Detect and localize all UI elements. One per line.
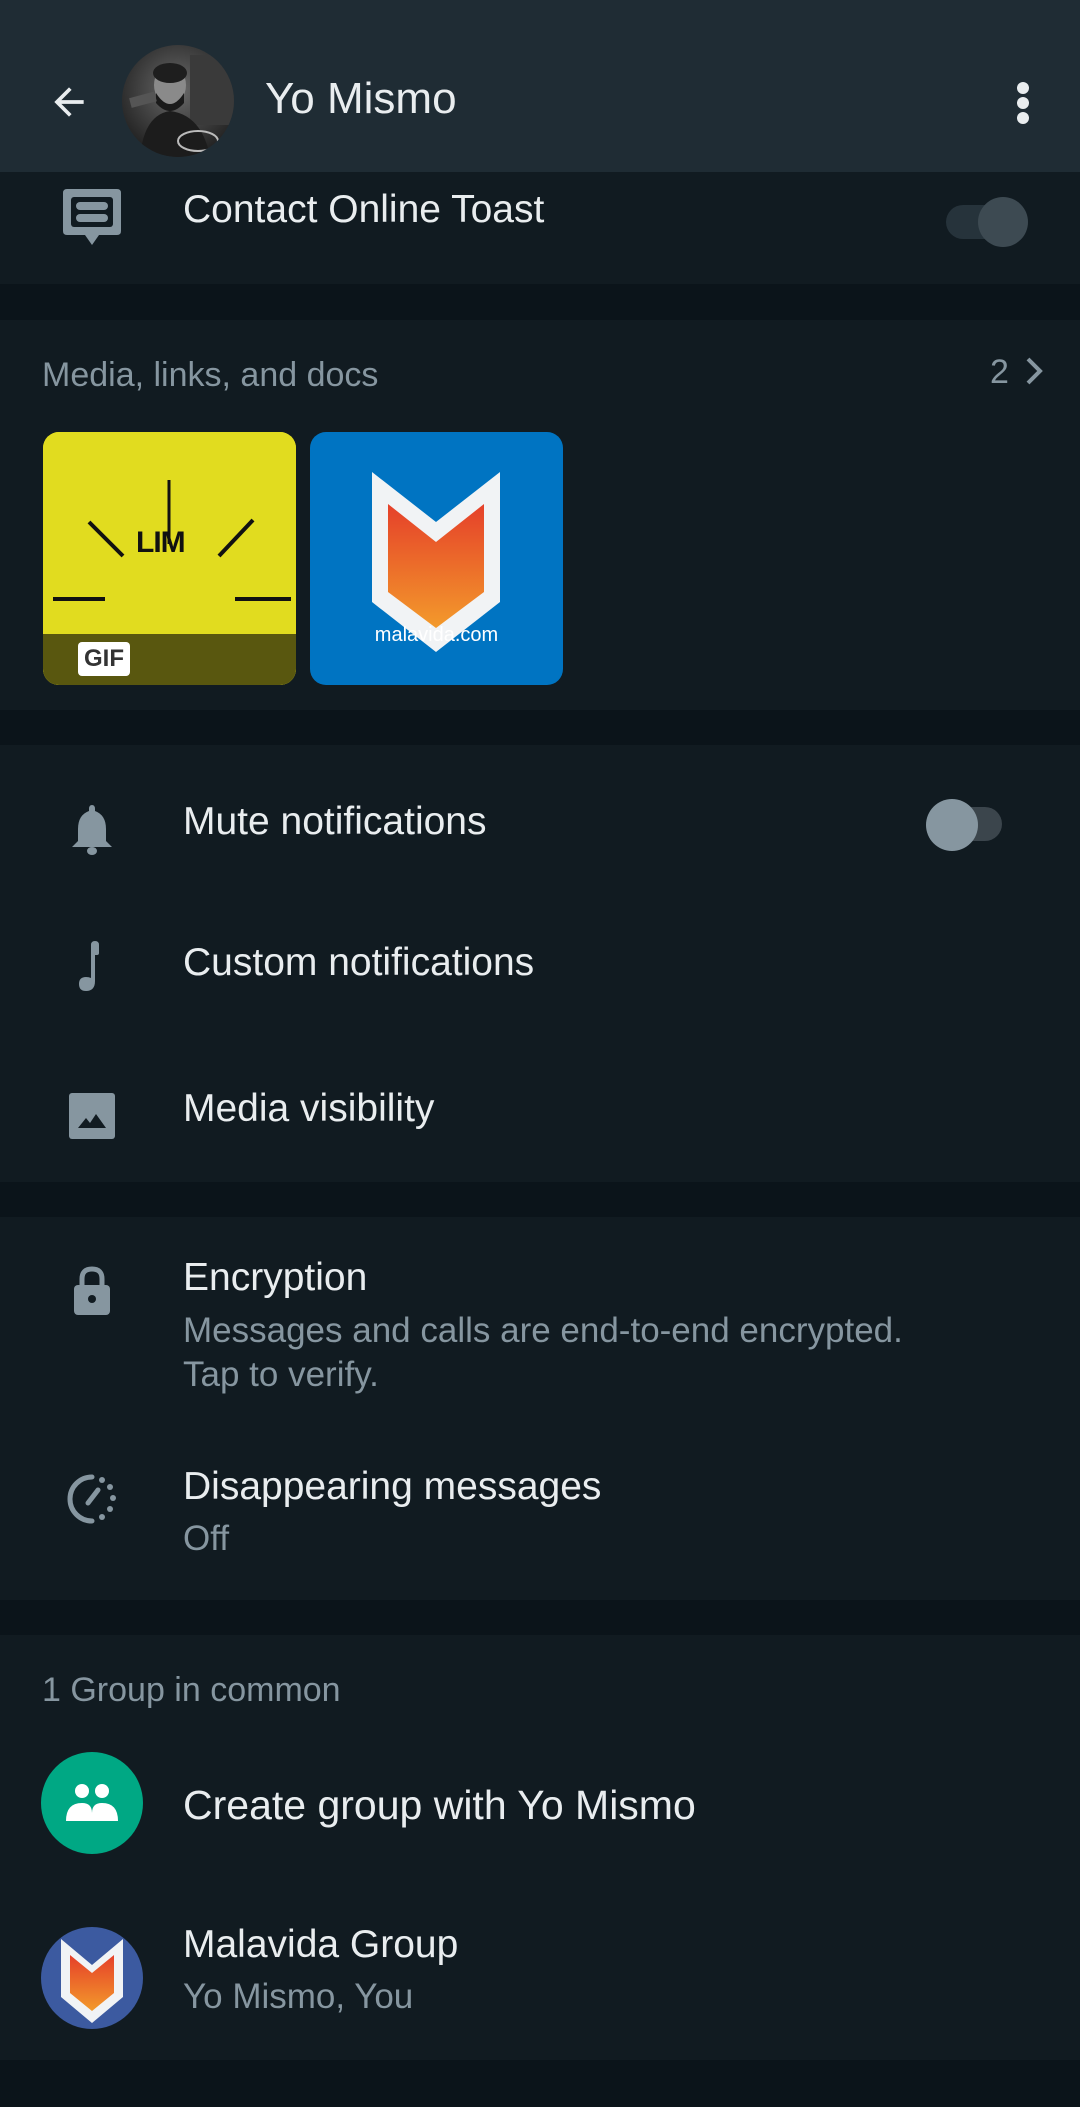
arrow-left-icon: [54, 87, 84, 117]
encryption-description: Messages and calls are end-to-end encryp…: [183, 1309, 903, 1397]
privacy-section: Encryption Messages and calls are end-to…: [0, 1217, 1080, 1600]
app-header: Yo Mismo: [0, 0, 1080, 172]
mute-notifications-label: Mute notifications: [183, 800, 487, 843]
profile-photo: [122, 45, 234, 157]
malavida-logo: [372, 472, 500, 652]
custom-notifications-label: Custom notifications: [183, 941, 535, 984]
music-note-icon: [60, 935, 124, 999]
message-toast-icon: [60, 185, 124, 249]
malavida-caption: malavida.com: [374, 624, 499, 646]
disappearing-messages-label: Disappearing messages: [183, 1465, 602, 1508]
more-vertical-icon: [1017, 82, 1029, 94]
image-icon: [60, 1084, 124, 1148]
encryption-description-line2: Tap to verify.: [183, 1355, 379, 1394]
group-add-icon: [66, 1784, 118, 1821]
media-visibility-label: Media visibility: [183, 1087, 435, 1130]
gif-caption: LIM: [136, 526, 186, 559]
contact-avatar[interactable]: [122, 45, 234, 157]
groups-in-common-label: 1 Group in common: [42, 1671, 341, 1709]
media-count[interactable]: 2: [990, 353, 1046, 392]
media-count-value: 2: [990, 353, 1009, 391]
mute-notifications-row[interactable]: Mute notifications: [0, 745, 1080, 885]
create-group-avatar: [41, 1752, 143, 1854]
media-links-docs-label[interactable]: Media, links, and docs: [42, 356, 378, 395]
gif-badge: GIF: [78, 642, 130, 676]
lock-icon: [60, 1259, 124, 1323]
media-visibility-row[interactable]: Media visibility: [0, 1035, 1080, 1182]
more-options-button[interactable]: [1005, 70, 1041, 136]
group-name: Malavida Group: [183, 1923, 459, 1966]
group-list-item[interactable]: Malavida Group Yo Mismo, You: [0, 1905, 1080, 2055]
media-thumbnail-image[interactable]: malavida.com: [310, 432, 563, 685]
custom-notifications-row[interactable]: Custom notifications: [0, 885, 1080, 1035]
group-avatar: [41, 1927, 143, 2029]
contact-name[interactable]: Yo Mismo: [265, 74, 457, 124]
chevron-right-icon: [1026, 357, 1044, 385]
malavida-group-logo: [61, 1939, 123, 2023]
media-thumbnail-gif[interactable]: LIM GIF: [43, 432, 296, 685]
bell-icon: [60, 797, 124, 861]
mute-notifications-toggle[interactable]: [926, 797, 1012, 851]
more-dot: [1017, 97, 1029, 109]
toggle-thumb: [926, 799, 978, 851]
disappearing-messages-row[interactable]: Disappearing messages Off: [0, 1417, 1080, 1600]
encryption-label: Encryption: [183, 1256, 368, 1299]
groups-in-common-section: 1 Group in common Create group with Yo M…: [0, 1635, 1080, 2060]
disappearing-messages-value: Off: [183, 1519, 230, 1558]
encryption-description-line1: Messages and calls are end-to-end encryp…: [183, 1311, 903, 1350]
create-group-row[interactable]: Create group with Yo Mismo: [0, 1735, 1080, 1885]
notifications-section: Mute notifications Custom notifications …: [0, 745, 1080, 1182]
more-dot: [1017, 112, 1029, 124]
back-button[interactable]: [44, 72, 94, 132]
contact-online-toast-row[interactable]: Contact Online Toast: [0, 172, 1080, 284]
contact-online-toast-toggle[interactable]: [946, 193, 1032, 247]
toggle-thumb: [978, 197, 1028, 247]
create-group-label: Create group with Yo Mismo: [183, 1782, 696, 1828]
encryption-row[interactable]: Encryption Messages and calls are end-to…: [0, 1217, 1080, 1417]
contact-online-toast-label: Contact Online Toast: [183, 188, 545, 231]
timer-icon: [60, 1467, 124, 1531]
group-members: Yo Mismo, You: [183, 1977, 414, 2016]
